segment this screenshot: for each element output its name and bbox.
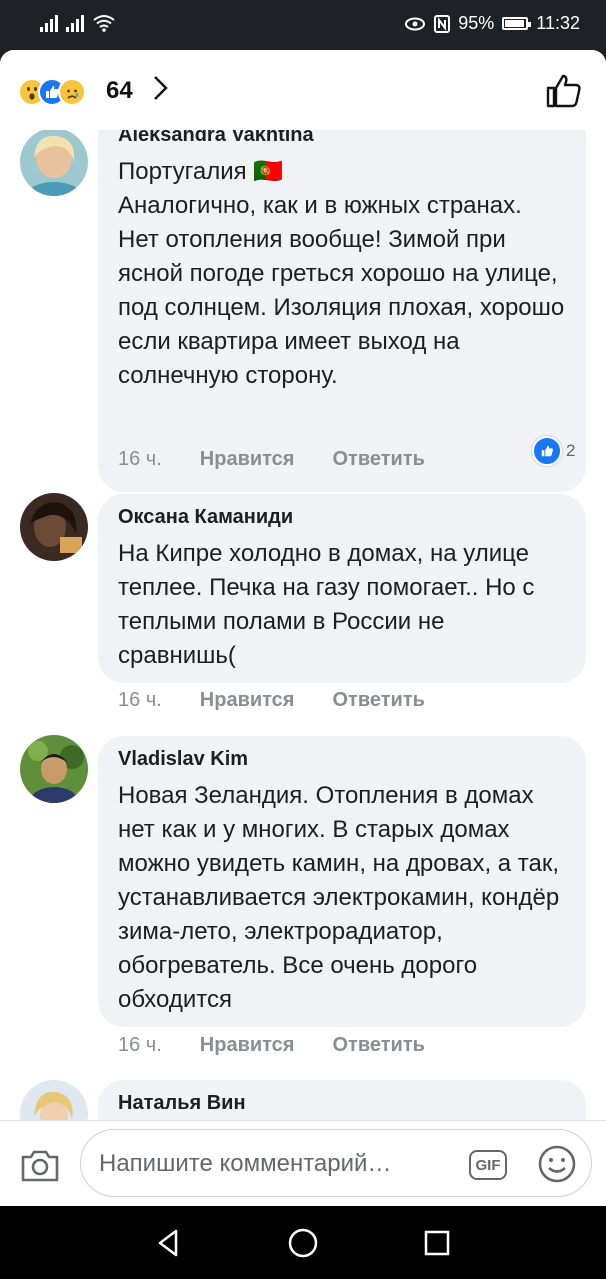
comment-text: Новая Зеландия. Отопления в домах нет ка…	[118, 782, 560, 1013]
comment-bubble[interactable]: Aleksandra Vakhtina Португалия 🇵🇹 Аналог…	[98, 102, 586, 492]
like-comment-button[interactable]: Нравится	[200, 1034, 295, 1057]
battery-percent: 95%	[458, 13, 495, 33]
sad-reaction-icon	[58, 78, 86, 106]
comment-bubble[interactable]: Vladislav Kim Новая Зеландия. Отопления …	[98, 736, 586, 1027]
avatar[interactable]	[20, 493, 88, 561]
system-nav-bar	[0, 1206, 606, 1279]
comment-time: 16 ч.	[118, 1034, 162, 1056]
comment-composer: Напишите комментарий… GIF	[0, 1120, 606, 1206]
like-reaction-icon	[532, 436, 562, 466]
comment-time: 16 ч.	[118, 689, 162, 711]
comment-actions: 16 ч. Нравится Ответить	[118, 689, 425, 712]
signal-icon	[40, 14, 58, 32]
recents-icon[interactable]	[420, 1226, 454, 1260]
reactions-header[interactable]: 64	[0, 50, 606, 130]
avatar[interactable]	[20, 128, 88, 196]
signal-icon	[66, 14, 84, 32]
battery-icon	[502, 17, 532, 30]
comment-input[interactable]: Напишите комментарий… GIF	[80, 1129, 592, 1197]
comment-actions: 16 ч. Нравится Ответить	[118, 1034, 425, 1057]
gif-button[interactable]: GIF	[469, 1150, 507, 1180]
comment-input-placeholder: Напишите комментарий…	[99, 1150, 392, 1177]
avatar[interactable]	[20, 735, 88, 803]
wifi-icon	[93, 15, 115, 32]
back-icon[interactable]	[152, 1226, 186, 1260]
comment-bubble[interactable]: Оксана Каманиди На Кипре холодно в домах…	[98, 494, 586, 683]
status-bar: 95% 11:32	[0, 0, 606, 50]
nfc-icon	[434, 14, 451, 33]
comment-time: 16 ч.	[118, 448, 162, 470]
reply-button[interactable]: Ответить	[332, 448, 424, 471]
chevron-right-icon[interactable]	[152, 74, 170, 109]
emoji-icon[interactable]	[537, 1144, 577, 1184]
clock: 11:32	[536, 13, 580, 33]
comment-author[interactable]: Наталья Вин	[118, 1092, 566, 1115]
status-right: 95% 11:32	[404, 13, 580, 34]
reaction-icons[interactable]	[18, 78, 86, 106]
eye-comfort-icon	[405, 17, 426, 30]
comment-bubble[interactable]: Наталья Вин	[98, 1080, 586, 1120]
like-comment-button[interactable]: Нравится	[200, 448, 295, 471]
reply-button[interactable]: Ответить	[332, 689, 424, 712]
comment-actions: 16 ч. Нравится Ответить	[118, 448, 425, 471]
comment-text: На Кипре холодно в домах, на улице тепле…	[118, 540, 535, 669]
like-post-icon[interactable]	[544, 72, 582, 110]
camera-icon[interactable]	[20, 1147, 60, 1183]
home-icon[interactable]	[286, 1226, 320, 1260]
signal-indicators	[40, 14, 116, 32]
comment-author[interactable]: Оксана Каманиди	[118, 506, 566, 529]
like-comment-button[interactable]: Нравится	[200, 689, 295, 712]
comment-text: Португалия 🇵🇹 Аналогично, как и в южных …	[118, 158, 565, 389]
comment-author[interactable]: Vladislav Kim	[118, 748, 566, 771]
avatar[interactable]	[20, 1080, 88, 1120]
comment-reactions[interactable]: 2	[532, 436, 575, 466]
comments-feed[interactable]: Aleksandra Vakhtina Португалия 🇵🇹 Аналог…	[0, 50, 606, 1120]
reaction-count[interactable]: 64	[106, 77, 133, 105]
comment-reaction-count: 2	[566, 441, 576, 460]
comments-sheet: 64 Aleksandra Vakhtina Португалия 🇵🇹 Ана…	[0, 50, 606, 1206]
reply-button[interactable]: Ответить	[332, 1034, 424, 1057]
